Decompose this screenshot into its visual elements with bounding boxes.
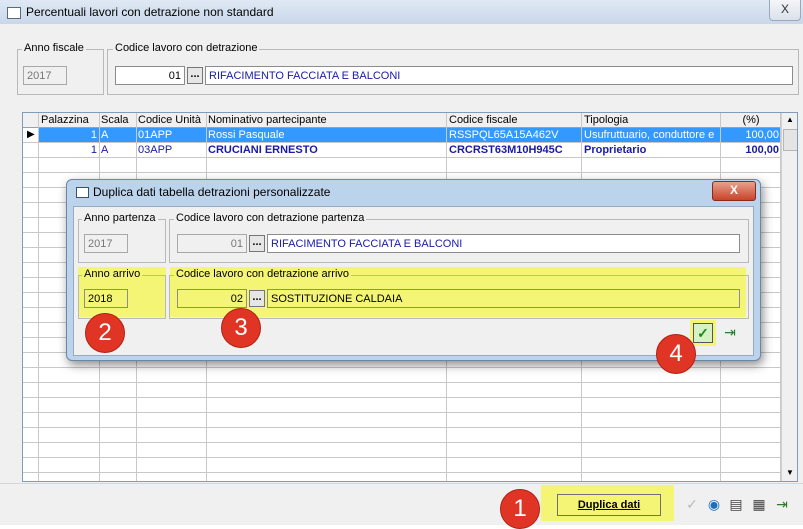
col-percentuale[interactable]: (%)	[721, 113, 781, 127]
col-scala[interactable]: Scala	[99, 113, 136, 127]
grid-row-line	[23, 412, 781, 413]
grid-row-line	[23, 397, 781, 398]
codice-partenza-desc-field[interactable]: RIFACIMENTO FACCIATA E BALCONI	[267, 234, 740, 253]
dialog-title: Duplica dati tabella detrazioni personal…	[93, 185, 331, 199]
col-codice-unita[interactable]: Codice Unità	[136, 113, 206, 127]
grid-row-line	[23, 157, 781, 158]
scroll-down-icon[interactable]: ▼	[786, 468, 794, 477]
cell-tipologia[interactable]: Proprietario	[582, 143, 720, 157]
col-palazzina[interactable]: Palazzina	[39, 113, 99, 127]
dialog-exit-icon[interactable]: ⇥	[720, 323, 740, 343]
col-nominativo[interactable]: Nominativo partecipante	[206, 113, 446, 127]
codice-arrivo-num-field[interactable]: 02	[177, 289, 247, 308]
scroll-up-icon[interactable]: ▲	[786, 115, 794, 124]
grid-row-line	[23, 382, 781, 383]
scroll-thumb[interactable]	[783, 129, 797, 151]
anno-arrivo-field[interactable]: 2018	[84, 289, 128, 308]
grid-row-line	[23, 457, 781, 458]
window-title: Percentuali lavori con detrazione non st…	[26, 5, 274, 19]
step-badge-1: 1	[500, 489, 540, 529]
cell-percentuale[interactable]: 100,00	[721, 128, 781, 142]
duplica-dati-button[interactable]: Duplica dati	[557, 494, 661, 516]
title-bar: Percentuali lavori con detrazione non st…	[0, 0, 803, 24]
anno-fiscale-field[interactable]: 2017	[23, 66, 67, 85]
globe-icon[interactable]: ◉	[704, 495, 724, 515]
cell-palazzina[interactable]: 1	[39, 143, 99, 157]
row-pointer-icon: ▶	[27, 129, 35, 140]
step-badge-4: 4	[656, 334, 696, 374]
grid-row-line	[23, 172, 781, 173]
codice-partenza-label: Codice lavoro con detrazione partenza	[174, 212, 367, 224]
cell-palazzina[interactable]: 1	[39, 128, 99, 142]
codice-lookup-button[interactable]: ...	[187, 67, 203, 84]
cell-scala[interactable]: A	[99, 128, 136, 142]
codice-partenza-num-field[interactable]: 01	[177, 234, 247, 253]
step-badge-3: 3	[221, 308, 261, 348]
cell-tipologia[interactable]: Usufruttuario, conduttore e	[582, 128, 720, 142]
codice-arrivo-label: Codice lavoro con detrazione arrivo	[174, 268, 352, 280]
grid-row-line	[23, 427, 781, 428]
anno-partenza-field[interactable]: 2017	[84, 234, 128, 253]
anno-fiscale-label: Anno fiscale	[22, 42, 86, 54]
grid-row-line	[23, 442, 781, 443]
edit-document-icon[interactable]: ▦	[749, 495, 769, 515]
exit-door-icon[interactable]: ⇥	[772, 495, 792, 515]
duplica-dialog: Duplica dati tabella detrazioni personal…	[66, 179, 761, 361]
new-document-icon[interactable]: ▤	[726, 495, 746, 515]
codice-arrivo-lookup-button[interactable]: ...	[249, 290, 265, 307]
codice-lavoro-desc-field[interactable]: RIFACIMENTO FACCIATA E BALCONI	[205, 66, 793, 85]
cell-scala[interactable]: A	[99, 143, 136, 157]
col-codice-fiscale[interactable]: Codice fiscale	[447, 113, 581, 127]
codice-partenza-lookup-button[interactable]: ...	[249, 235, 265, 252]
col-tipologia[interactable]: Tipologia	[582, 113, 720, 127]
cell-codice-fiscale[interactable]: CRCRST63M10H945C	[447, 143, 581, 157]
grid-column-line	[38, 113, 39, 481]
dialog-body: Anno partenza 2017 Codice lavoro con det…	[73, 206, 754, 356]
codice-arrivo-desc-field[interactable]: SOSTITUZIONE CALDAIA	[267, 289, 740, 308]
close-button[interactable]: X	[769, 0, 801, 21]
confirm-disabled-icon: ✓	[686, 496, 698, 512]
dialog-window-icon	[76, 187, 89, 198]
anno-arrivo-label: Anno arrivo	[82, 268, 143, 280]
anno-partenza-label: Anno partenza	[82, 212, 158, 224]
grid-row-line	[23, 472, 781, 473]
window-icon	[7, 7, 21, 19]
grid-row-line	[23, 142, 781, 143]
codice-lavoro-label: Codice lavoro con detrazione	[113, 42, 260, 54]
cell-nominativo[interactable]: Rossi Pasquale	[206, 128, 446, 142]
bottom-toolbar: 1 Duplica dati ✓ ◉ ▤ ▦ ⇥	[0, 483, 803, 529]
cell-codice-unita[interactable]: 01APP	[136, 128, 206, 142]
grid-vertical-scrollbar[interactable]: ▲ ▼	[781, 113, 797, 481]
dialog-close-button[interactable]: X	[712, 181, 756, 201]
cell-nominativo[interactable]: CRUCIANI ERNESTO	[206, 143, 446, 157]
cell-percentuale[interactable]: 100,00	[721, 143, 781, 157]
step-badge-2: 2	[85, 313, 125, 353]
codice-lavoro-num-field[interactable]: 01	[115, 66, 185, 85]
confirm-check-button[interactable]: ✓	[693, 323, 713, 343]
cell-codice-unita[interactable]: 03APP	[136, 143, 206, 157]
cell-codice-fiscale[interactable]: RSSPQL65A15A462V	[447, 128, 581, 142]
